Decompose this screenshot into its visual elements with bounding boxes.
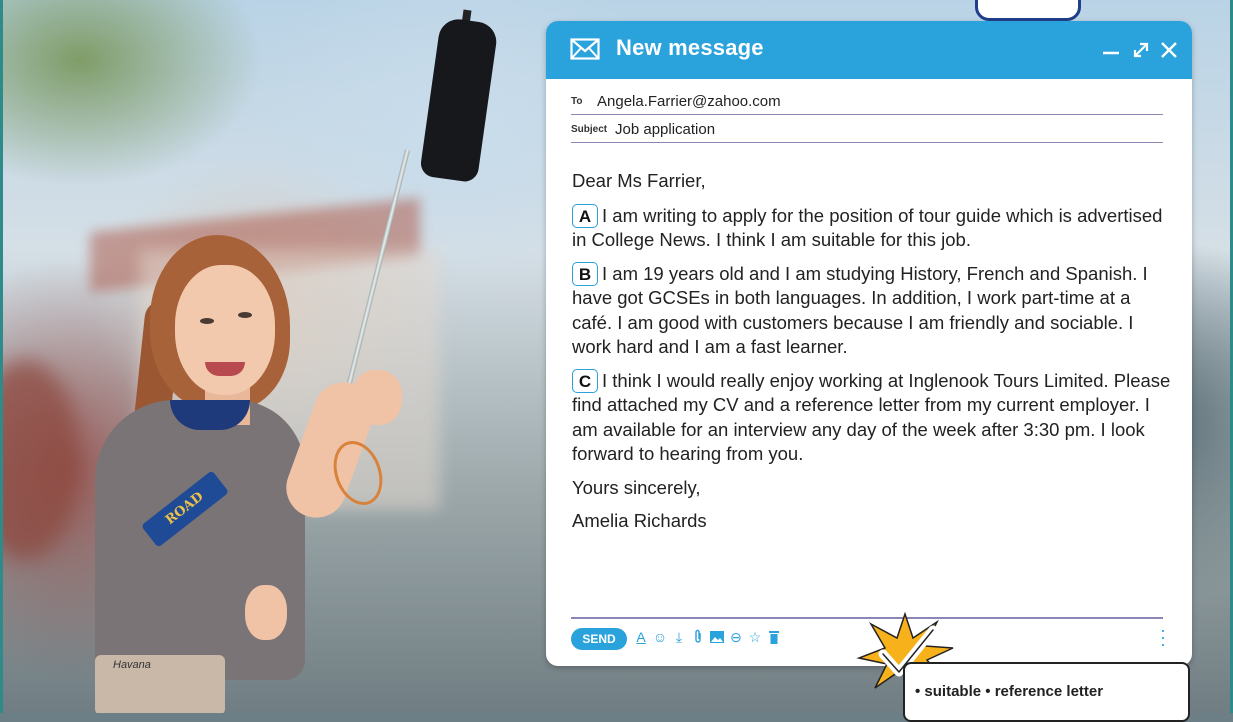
paragraph-badge: C [572,368,598,393]
email-window: New message To Angela.Farrier@zahoo.com … [546,21,1192,666]
minimize-icon[interactable] [1100,39,1122,61]
close-icon[interactable] [1158,39,1180,61]
link-icon[interactable]: ⊖ [728,627,744,647]
title-bar: New message [546,21,1192,79]
subject-field[interactable]: Subject Job application [571,116,1163,143]
paragraph-text: I am writing to apply for the position o… [572,204,1163,251]
girl-eye-right [238,312,252,318]
to-value[interactable]: Angela.Farrier@zahoo.com [597,93,781,110]
attach-icon[interactable] [690,627,706,647]
window-title: New message [616,35,764,60]
girl-hand-lower [245,585,287,640]
tip-box: • suitable • reference letter [903,662,1190,722]
greeting: Dear Ms Farrier, [572,170,706,191]
subject-label: Subject [571,123,608,135]
girl-hand [352,370,402,425]
paragraph-a: AI am writing to apply for the position … [572,203,1172,253]
subject-value[interactable]: Job application [615,121,715,138]
message-body[interactable]: Dear Ms Farrier, AI am writing to apply … [572,169,1172,543]
star-icon[interactable]: ☆ [747,627,763,647]
paragraph-b: BI am 19 years old and I am studying His… [572,261,1172,360]
text-format-icon[interactable]: A [633,627,649,647]
tip-text: • suitable • reference letter [915,683,1104,700]
format-toolbar: A ☺ ⤓ ⊖ ☆ [633,627,782,647]
image-icon[interactable] [709,627,725,647]
paragraph-text: I think I would really enjoy working at … [572,369,1171,465]
to-label: To [571,95,583,107]
paragraph-badge: B [572,261,598,286]
to-field[interactable]: To Angela.Farrier@zahoo.com [571,88,1163,115]
trash-icon[interactable] [766,627,782,647]
paragraph-text: I am 19 years old and I am studying Hist… [572,262,1148,358]
paragraph-badge: A [572,203,598,228]
send-button[interactable]: SEND [571,628,627,650]
paragraph-c: CI think I would really enjoy working at… [572,368,1172,467]
closing: Yours sincerely, [572,476,701,498]
emoji-icon[interactable]: ☺ [652,627,668,647]
envelope-icon [570,38,600,60]
signature: Amelia Richards [572,510,707,531]
skirt: Havana [95,655,225,713]
more-options-icon[interactable]: · · · [1158,621,1168,653]
download-icon[interactable]: ⤓ [671,627,687,647]
girl-eye-left [200,318,214,324]
skirt-text: Havana [113,659,151,671]
decorative-badge [975,0,1081,21]
umbrella [419,16,499,184]
frame-line-left [0,0,3,713]
blurred-person [0,360,80,560]
expand-icon[interactable] [1130,39,1152,61]
